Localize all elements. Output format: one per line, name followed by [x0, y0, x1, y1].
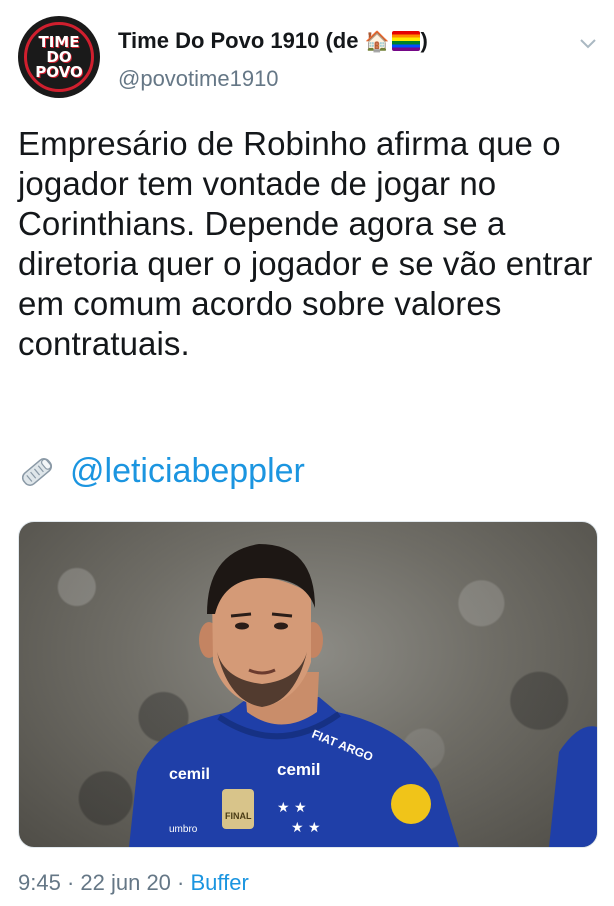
- meta-separator: ·: [170, 870, 191, 895]
- meta-separator: ·: [60, 870, 81, 895]
- kit-maker: umbro: [169, 824, 198, 835]
- svg-text:★ ★: ★ ★: [291, 820, 321, 836]
- photo-credit: @leticiabeppler: [18, 452, 305, 491]
- tweet-time[interactable]: 9:45: [18, 870, 61, 895]
- display-name-suffix: ): [420, 28, 428, 53]
- tweet-source[interactable]: Buffer: [190, 870, 248, 895]
- jersey-sponsor-right: cemil: [277, 760, 320, 779]
- svg-text:★ ★: ★ ★: [277, 800, 307, 816]
- user-handle[interactable]: @povotime1910: [118, 66, 279, 92]
- chevron-down-icon[interactable]: [580, 30, 596, 54]
- tweet-photo[interactable]: cemil cemil FIAT ARGO FINAL umbro ★ ★ ★ …: [18, 521, 598, 848]
- avatar-logo-text: TIME DO POVO: [35, 32, 83, 81]
- tweet[interactable]: TIME DO POVO Time Do Povo 1910 (de 🏠) @p…: [0, 0, 614, 906]
- tweet-date[interactable]: 22 jun 20: [80, 870, 171, 895]
- player-photo: cemil cemil FIAT ARGO FINAL umbro ★ ★ ★ …: [129, 544, 597, 847]
- house-emoji-icon: 🏠: [364, 29, 390, 53]
- rainbow-flag-icon: [392, 31, 421, 51]
- tweet-metadata: 9:45 · 22 jun 20 · Buffer: [18, 870, 249, 896]
- avatar[interactable]: TIME DO POVO: [18, 16, 100, 98]
- rolled-newspaper-icon: [18, 453, 56, 491]
- display-name[interactable]: Time Do Povo 1910 (de 🏠): [118, 28, 428, 54]
- jersey-sponsor-left: cemil: [169, 766, 210, 783]
- mention-link[interactable]: @leticiabeppler: [70, 452, 305, 491]
- display-name-text: Time Do Povo 1910 (de: [118, 28, 365, 53]
- jersey-badge: FINAL: [225, 811, 252, 821]
- tweet-text: Empresário de Robinho afirma que o jogad…: [18, 125, 593, 362]
